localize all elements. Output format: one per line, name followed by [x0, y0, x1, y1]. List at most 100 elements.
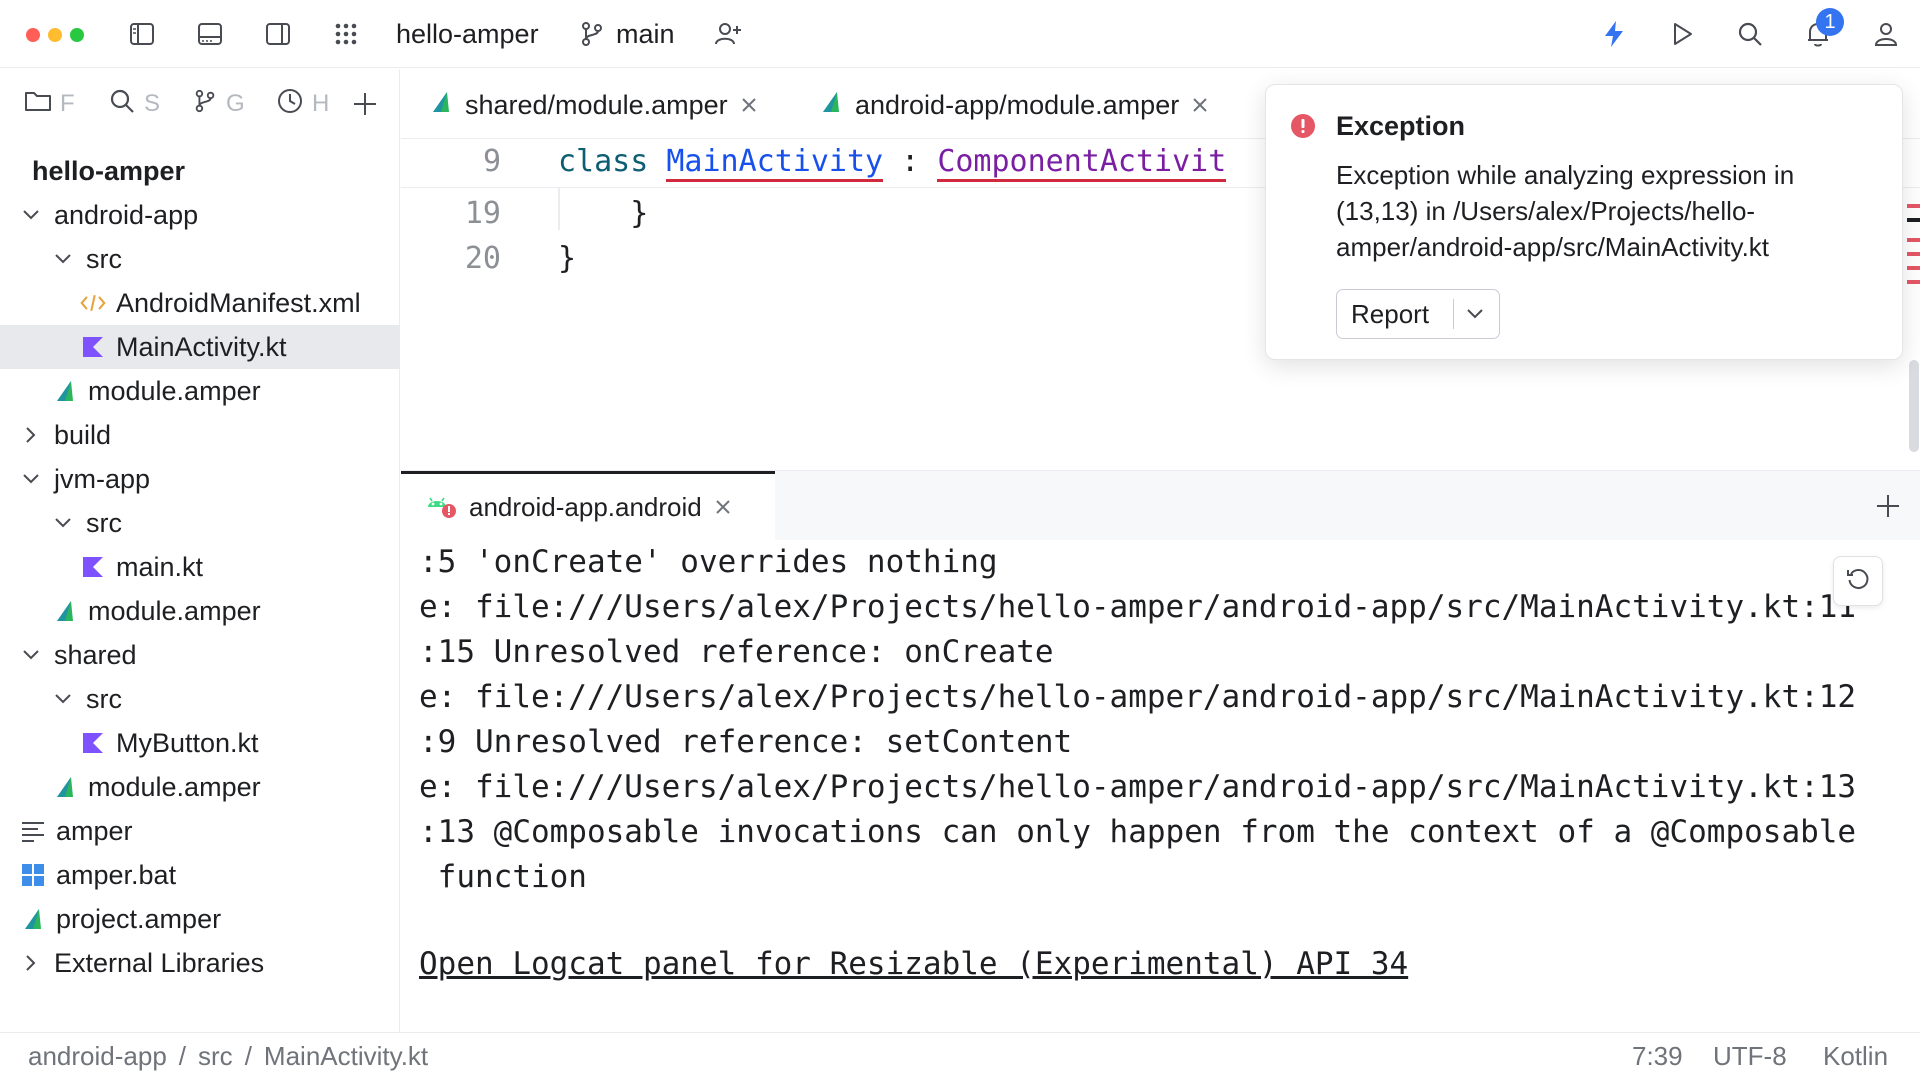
- tree-item-amper-bat[interactable]: amper.bat: [0, 853, 400, 897]
- tree-item-label: AndroidManifest.xml: [116, 287, 361, 318]
- chevron-down-icon[interactable]: [52, 512, 74, 534]
- editor-tab-label: android-app/module.amper: [855, 89, 1180, 120]
- report-button-label[interactable]: Report: [1337, 299, 1453, 330]
- tree-item-androidmanifest[interactable]: AndroidManifest.xml: [0, 281, 400, 325]
- tree-item-external-libraries[interactable]: External Libraries: [0, 941, 400, 985]
- tree-item-src[interactable]: src: [0, 237, 400, 281]
- breadcrumb-item[interactable]: android-app: [28, 1041, 167, 1072]
- tree-item-src[interactable]: src: [0, 501, 400, 545]
- tree-item-build[interactable]: build: [0, 413, 400, 457]
- sidebar-tab-search-label: S: [144, 90, 161, 117]
- sidebar-tab-git[interactable]: G: [192, 85, 252, 123]
- run-tab-android-app[interactable]: android-app.android: [401, 471, 775, 541]
- editor-tab-shared-module[interactable]: shared/module.amper: [429, 85, 758, 125]
- chevron-right-icon[interactable]: [20, 952, 42, 974]
- close-tab-icon[interactable]: [1191, 90, 1209, 121]
- add-tab-plus-icon[interactable]: [352, 85, 382, 123]
- editor-tab-android-app-module[interactable]: android-app/module.amper: [819, 85, 1209, 125]
- chevron-right-icon[interactable]: [20, 424, 42, 446]
- project-root[interactable]: hello-amper: [0, 149, 400, 193]
- tree-item-label: android-app: [54, 199, 199, 230]
- tree-item-shared[interactable]: shared: [0, 633, 400, 677]
- amper-icon: [429, 90, 453, 121]
- file-encoding[interactable]: UTF-8: [1713, 1041, 1787, 1072]
- main-menu-grid-icon[interactable]: [326, 14, 366, 54]
- output-line: e: file:///Users/alex/Projects/hello-amp…: [419, 679, 1857, 715]
- chevron-down-icon[interactable]: [20, 644, 42, 666]
- git-branch-icon: [572, 14, 612, 54]
- open-logcat-link[interactable]: Open Logcat panel for Resizable (Experim…: [419, 942, 1408, 987]
- project-root-label: hello-amper: [32, 155, 186, 186]
- line-number: 9: [482, 144, 501, 179]
- toggle-project-panel-icon[interactable]: [122, 14, 162, 54]
- tree-item-mainactivity[interactable]: MainActivity.kt: [0, 325, 400, 369]
- tree-item-label: shared: [54, 639, 137, 670]
- chevron-down-icon[interactable]: [20, 468, 42, 490]
- close-tab-icon[interactable]: [714, 492, 732, 523]
- tree-item-label: build: [54, 419, 112, 450]
- tree-item-src[interactable]: src: [0, 677, 400, 721]
- chevron-down-icon[interactable]: [1454, 308, 1484, 320]
- tree-item-mybutton[interactable]: MyButton.kt: [0, 721, 400, 765]
- sidebar-tab-history-label: H: [312, 90, 330, 117]
- code-text: }: [558, 196, 649, 231]
- add-user-icon[interactable]: [708, 14, 748, 54]
- report-button[interactable]: Report: [1336, 289, 1500, 339]
- breadcrumb-item[interactable]: MainActivity.kt: [264, 1041, 428, 1072]
- window-zoom-button[interactable]: [70, 28, 84, 42]
- sidebar-tab-history[interactable]: H: [276, 85, 334, 123]
- project-name[interactable]: hello-amper: [396, 16, 539, 52]
- exception-notification: Exception Exception while analyzing expr…: [1265, 84, 1903, 360]
- close-tab-icon[interactable]: [740, 90, 758, 121]
- amper-icon: [20, 906, 46, 932]
- amper-icon: [52, 378, 78, 404]
- run-output: :5 'onCreate' overrides nothing e: file:…: [401, 540, 1920, 1032]
- tree-item-label: amper: [56, 815, 133, 846]
- super-type: ComponentActivit: [937, 144, 1227, 182]
- output-line: :5 'onCreate' overrides nothing: [419, 544, 998, 580]
- separator: :: [883, 144, 938, 179]
- amper-icon: [52, 774, 78, 800]
- amper-icon: [52, 598, 78, 624]
- tree-item-module-amper[interactable]: module.amper: [0, 589, 400, 633]
- toggle-bottom-panel-icon[interactable]: [190, 14, 230, 54]
- breadcrumb-item[interactable]: src: [198, 1041, 233, 1072]
- file-language[interactable]: Kotlin: [1823, 1041, 1888, 1072]
- tree-item-android-app[interactable]: android-app: [0, 193, 400, 237]
- tree-item-label: module.amper: [88, 375, 261, 406]
- kotlin-icon: [80, 730, 106, 756]
- branch-selector[interactable]: main: [616, 16, 675, 52]
- window-close-button[interactable]: [26, 28, 40, 42]
- tree-item-amper[interactable]: amper: [0, 809, 400, 853]
- chevron-down-icon[interactable]: [52, 688, 74, 710]
- account-icon[interactable]: [1866, 14, 1906, 54]
- tree-item-main-kt[interactable]: main.kt: [0, 545, 400, 589]
- keyword: class: [558, 144, 667, 179]
- window-minimize-button[interactable]: [48, 28, 62, 42]
- lightning-icon[interactable]: [1594, 14, 1634, 54]
- tree-item-label: jvm-app: [54, 463, 151, 494]
- chevron-down-icon[interactable]: [52, 248, 74, 270]
- sidebar-tab-search[interactable]: S: [108, 85, 168, 123]
- tree-item-label: MyButton.kt: [116, 727, 259, 758]
- run-icon[interactable]: [1662, 14, 1702, 54]
- windows-icon: [20, 862, 46, 888]
- rerun-button[interactable]: [1833, 556, 1883, 606]
- toggle-right-panel-icon[interactable]: [258, 14, 298, 54]
- caret-position[interactable]: 7:39: [1632, 1041, 1683, 1072]
- editor-scrollbar[interactable]: [1909, 360, 1919, 452]
- tree-item-label: main.kt: [116, 551, 204, 582]
- new-tab-plus-icon[interactable]: [1875, 493, 1901, 524]
- error-stripe: [1907, 200, 1920, 296]
- sidebar-tab-git-label: G: [226, 90, 245, 117]
- tree-item-module-amper[interactable]: module.amper: [0, 765, 400, 809]
- notification-count: 1: [1824, 10, 1836, 33]
- tree-item-project-amper[interactable]: project.amper: [0, 897, 400, 941]
- folder-icon: [24, 89, 52, 120]
- chevron-down-icon[interactable]: [20, 204, 42, 226]
- sidebar-tab-files[interactable]: F: [24, 85, 76, 123]
- search-icon[interactable]: [1730, 14, 1770, 54]
- project-sidebar: F S G H hello-amper android-app src Andr…: [0, 69, 400, 1033]
- tree-item-module-amper[interactable]: module.amper: [0, 369, 400, 413]
- tree-item-jvm-app[interactable]: jvm-app: [0, 457, 400, 501]
